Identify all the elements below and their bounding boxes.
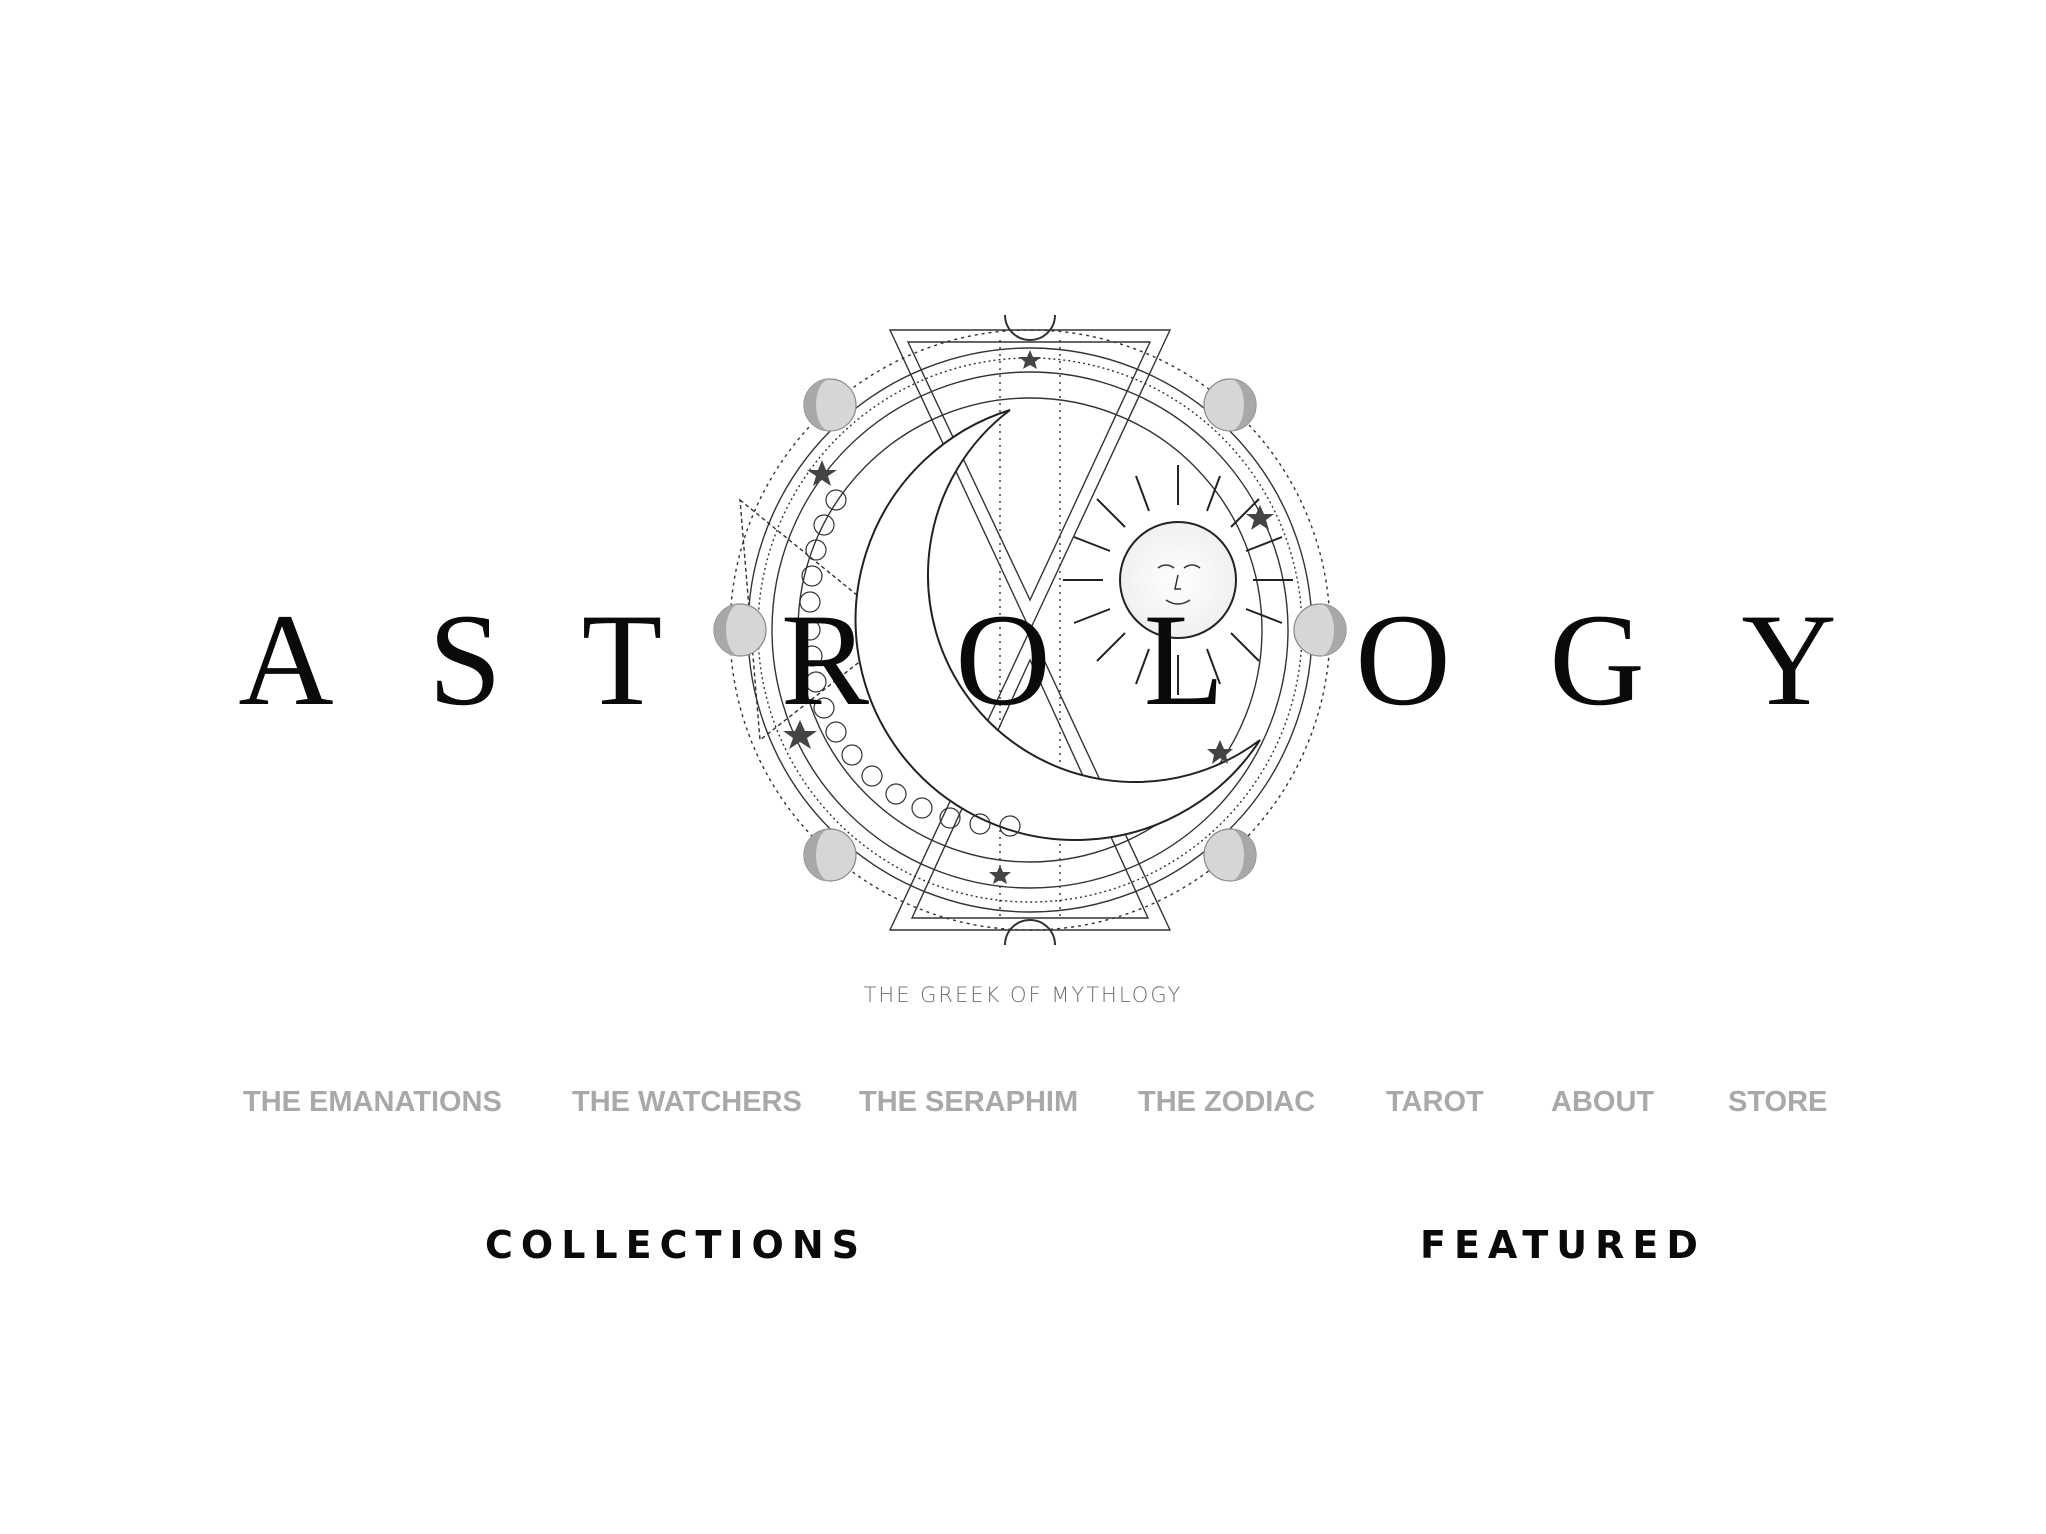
- brand-letter: T: [581, 586, 663, 733]
- brand-letter: S: [428, 586, 502, 733]
- nav-item-the-watchers[interactable]: THE WATCHERS: [572, 1080, 802, 1124]
- main-nav: THE EMANATIONS THE WATCHERS THE SERAPHIM…: [0, 1080, 2046, 1124]
- brand-letter: O: [1355, 586, 1451, 733]
- brand-letter: A: [238, 586, 334, 733]
- nav-item-the-emanations[interactable]: THE EMANATIONS: [243, 1080, 502, 1124]
- brand-letter: G: [1549, 586, 1645, 733]
- brand-letter: Y: [1741, 586, 1837, 733]
- tagline: THE GREEK OF MYTHLOGY: [863, 983, 1183, 1007]
- nav-item-about[interactable]: ABOUT: [1551, 1080, 1654, 1124]
- nav-item-the-seraphim[interactable]: THE SERAPHIM: [859, 1080, 1078, 1124]
- brand-letter: L: [1143, 586, 1225, 733]
- nav-item-store[interactable]: STORE: [1728, 1080, 1827, 1124]
- brand-wordmark: A S T R O L O G Y: [0, 570, 2046, 750]
- collections-heading[interactable]: COLLECTIONS: [485, 1218, 867, 1272]
- brand-letter: O: [955, 586, 1051, 733]
- nav-item-tarot[interactable]: TAROT: [1386, 1080, 1484, 1124]
- nav-item-the-zodiac[interactable]: THE ZODIAC: [1138, 1080, 1315, 1124]
- featured-heading[interactable]: FEATURED: [1420, 1218, 1706, 1272]
- brand-letter: R: [780, 586, 870, 733]
